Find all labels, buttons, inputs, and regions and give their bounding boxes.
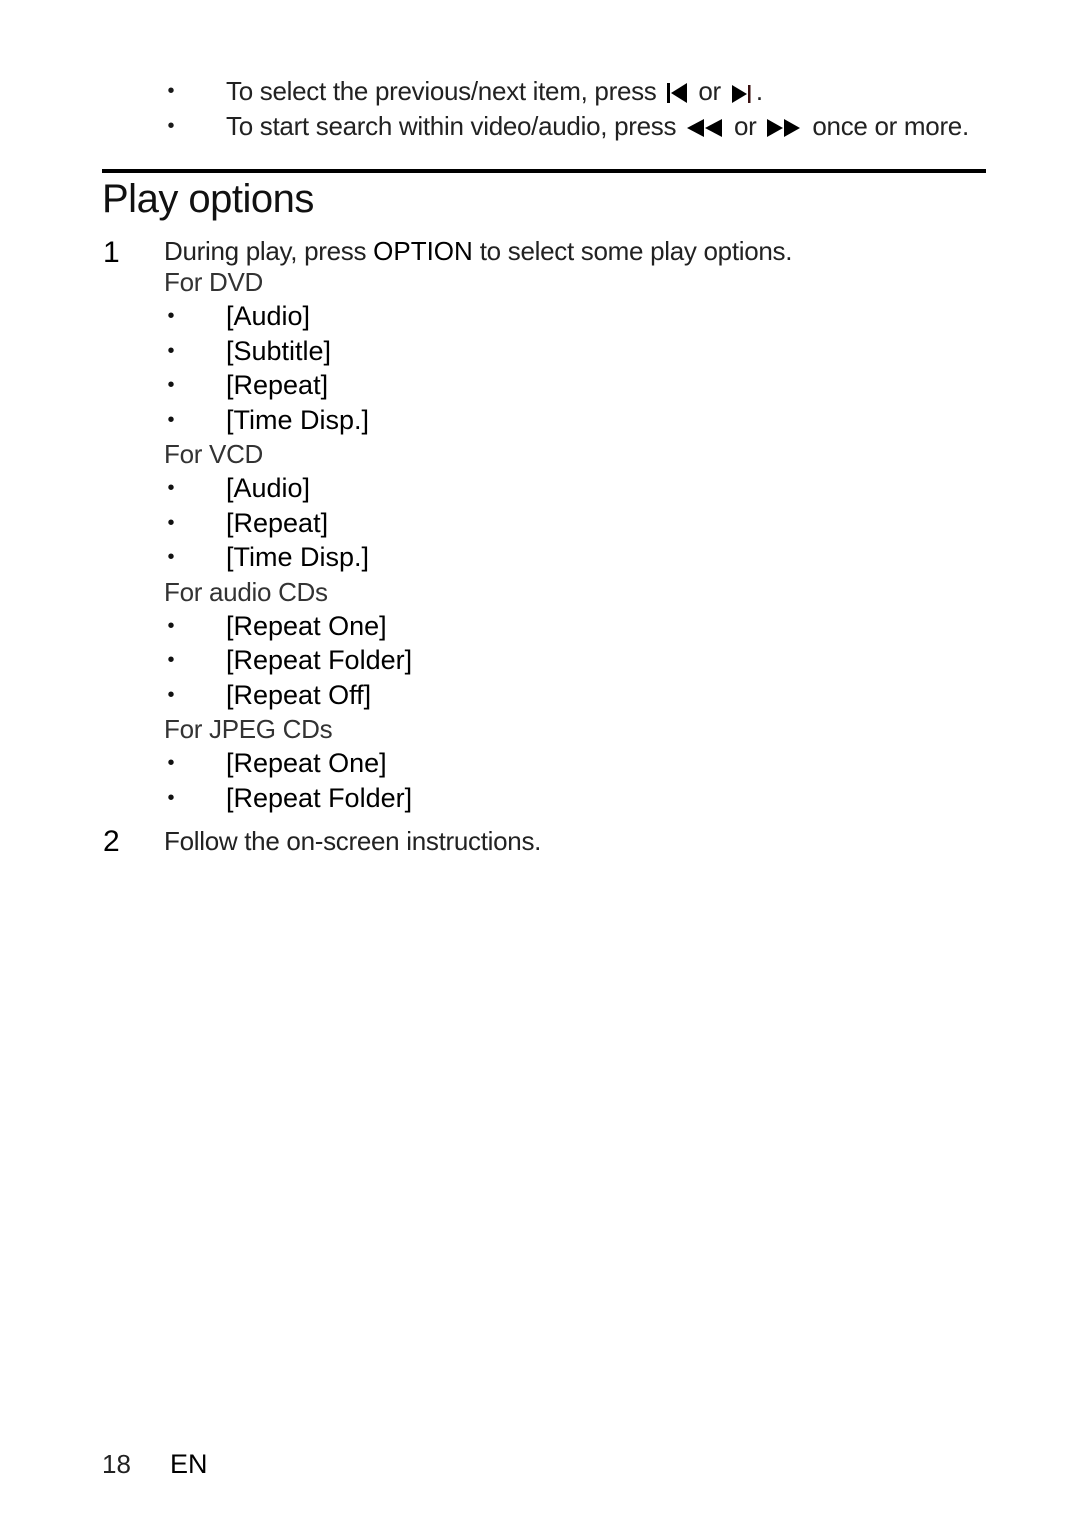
list-item: • [Repeat Off] — [164, 678, 1004, 712]
bullet-previous-next: • To select the previous/next item, pres… — [164, 74, 1044, 109]
list-item: • [Repeat Folder] — [164, 643, 1004, 677]
bullet-dot: • — [167, 683, 175, 706]
section-divider — [102, 169, 986, 173]
bullet-dot: • — [167, 752, 175, 775]
bullet-text: To select the previous/next item, press … — [226, 76, 763, 106]
previous-icon — [666, 82, 688, 104]
list-item: • [Repeat] — [164, 368, 1004, 402]
fast-forward-icon — [766, 118, 802, 138]
page-number: 18 — [102, 1449, 131, 1479]
option-keyword: OPTION — [373, 236, 473, 266]
bullet-dot: • — [167, 614, 175, 637]
bullet-dot: • — [167, 786, 175, 809]
bullet-dot: • — [167, 477, 175, 500]
step-1-text: During play, press OPTION to select some… — [164, 236, 793, 266]
list-item: • [Audio] — [164, 471, 1004, 505]
bullet-dot: • — [167, 546, 175, 569]
bullet-dot: • — [167, 339, 175, 362]
bullet-dot: • — [167, 408, 175, 431]
step-1-content: During play, press OPTION to select some… — [164, 234, 1004, 815]
group-label-dvd: For DVD — [164, 267, 264, 297]
list-item: • [Subtitle] — [164, 334, 1004, 368]
list-item: • [Audio] — [164, 299, 1004, 333]
page-footer: 18 EN — [102, 1448, 208, 1480]
section-title: Play options — [102, 177, 314, 221]
list-item: • [Time Disp.] — [164, 540, 1004, 574]
bullet-dot: • — [167, 649, 175, 672]
rewind-icon — [686, 118, 724, 138]
list-item: • [Repeat] — [164, 506, 1004, 540]
bullet-dot: • — [167, 374, 175, 397]
step-number: 1 — [103, 236, 120, 269]
bullet-dot: • — [167, 305, 175, 328]
bullet-search: • To start search within video/audio, pr… — [164, 109, 1044, 144]
step-2-text: Follow the on-screen instructions. — [164, 826, 542, 856]
bullet-text: To start search within video/audio, pres… — [226, 111, 969, 141]
bullet-dot: • — [167, 511, 175, 534]
list-item: • [Time Disp.] — [164, 403, 1004, 437]
list-item: • [Repeat Folder] — [164, 781, 1004, 815]
group-label-vcd: For VCD — [164, 438, 264, 469]
group-label-audio-cds: For audio CDs — [164, 576, 328, 607]
list-item: • [Repeat One] — [164, 746, 1004, 780]
bullet-dot: • — [167, 80, 175, 102]
top-bullet-list: • To select the previous/next item, pres… — [164, 74, 1044, 144]
group-label-jpeg-cds: For JPEG CDs — [164, 714, 333, 745]
next-icon — [731, 82, 753, 104]
bullet-dot: • — [167, 115, 175, 137]
list-item: • [Repeat One] — [164, 609, 1004, 643]
step-number: 2 — [103, 825, 120, 858]
language-code: EN — [170, 1449, 208, 1479]
